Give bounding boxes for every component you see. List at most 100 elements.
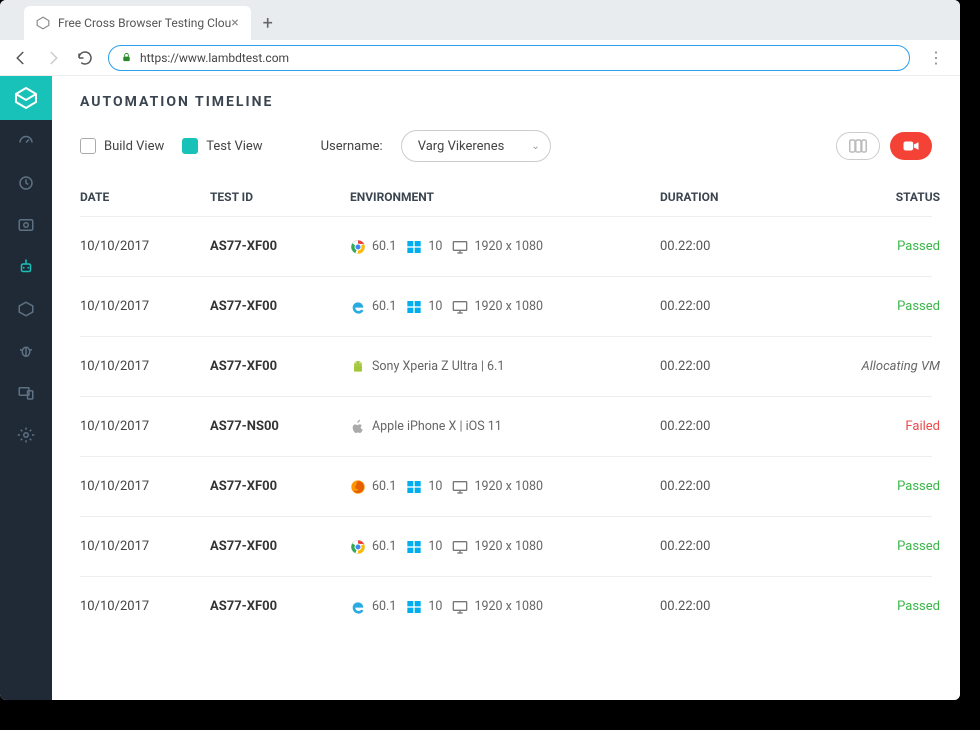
date-cell: 10/10/2017 (80, 599, 210, 614)
sidebar-item-bugs[interactable] (0, 330, 52, 372)
device-label: Apple iPhone X | iOS 11 (372, 419, 502, 434)
sidebar-item-dashboard[interactable] (0, 120, 52, 162)
date-cell: 10/10/2017 (80, 299, 210, 314)
sidebar-item-responsive[interactable] (0, 372, 52, 414)
os-version: 10 (428, 539, 442, 554)
test-id-cell: AS77-XF00 (210, 539, 350, 554)
status-cell: Passed (800, 539, 940, 554)
resolution: 1920 x 1080 (474, 239, 543, 254)
resolution: 1920 x 1080 (474, 599, 543, 614)
monitor-icon (452, 599, 468, 615)
resolution: 1920 x 1080 (474, 539, 543, 554)
status-cell: Passed (800, 599, 940, 614)
browser-address-bar: https://www.lambdtest.com ⋮ (0, 40, 960, 76)
duration-cell: 00.22:00 (660, 479, 800, 494)
browser-version: 60.1 (372, 539, 396, 554)
col-date: DATE (80, 190, 210, 204)
sidebar-item-screenshot[interactable] (0, 204, 52, 246)
reload-button[interactable] (76, 49, 94, 67)
browser-tab[interactable]: Free Cross Browser Testing Clou × (24, 6, 251, 40)
os-icon (406, 479, 422, 495)
checkbox-checked-icon (182, 138, 198, 154)
table-header: DATE TEST ID ENVIRONMENT DURATION STATUS (80, 180, 932, 216)
date-cell: 10/10/2017 (80, 359, 210, 374)
test-id-cell: AS77-NS00 (210, 419, 350, 434)
duration-cell: 00.22:00 (660, 299, 800, 314)
test-id-cell: AS77-XF00 (210, 599, 350, 614)
table-row[interactable]: 10/10/2017 AS77-XF00 60.1 10 1920 x 1080… (80, 456, 932, 516)
os-version: 10 (428, 479, 442, 494)
table-row[interactable]: 10/10/2017 AS77-XF00 60.1 10 1920 x 1080… (80, 276, 932, 336)
status-cell: Failed (800, 419, 940, 434)
build-view-toggle[interactable]: Build View (80, 138, 164, 154)
checkbox-unchecked-icon (80, 138, 96, 154)
os-icon (406, 299, 422, 315)
env-cell: Apple iPhone X | iOS 11 (350, 419, 660, 435)
test-view-toggle[interactable]: Test View (182, 138, 262, 154)
test-id-cell: AS77-XF00 (210, 299, 350, 314)
browser-version: 60.1 (372, 479, 396, 494)
browser-icon (350, 539, 366, 555)
device-label: Sony Xperia Z Ultra | 6.1 (372, 359, 504, 374)
new-tab-button[interactable]: + (251, 6, 285, 40)
col-environment: ENVIRONMENT (350, 190, 660, 204)
resolution: 1920 x 1080 (474, 479, 543, 494)
table-row[interactable]: 10/10/2017 AS77-XF00 Sony Xperia Z Ultra… (80, 336, 932, 396)
browser-tab-title: Free Cross Browser Testing Clou (58, 16, 231, 30)
status-cell: Allocating VM (800, 359, 940, 374)
platform-icon (350, 359, 366, 375)
table-row[interactable]: 10/10/2017 AS77-XF00 60.1 10 1920 x 1080… (80, 576, 932, 636)
lock-icon (121, 52, 132, 63)
status-cell: Passed (800, 299, 940, 314)
duration-cell: 00.22:00 (660, 239, 800, 254)
monitor-icon (452, 539, 468, 555)
env-cell: 60.1 10 1920 x 1080 (350, 479, 660, 495)
browser-tab-bar: Free Cross Browser Testing Clou × + (0, 0, 960, 40)
duration-cell: 00.22:00 (660, 419, 800, 434)
env-cell: 60.1 10 1920 x 1080 (350, 239, 660, 255)
page-title: AUTOMATION TIMELINE (80, 94, 932, 110)
os-version: 10 (428, 299, 442, 314)
sidebar-item-package[interactable] (0, 288, 52, 330)
record-button[interactable] (890, 132, 932, 160)
test-view-label: Test View (206, 139, 262, 154)
sidebar-item-history[interactable] (0, 162, 52, 204)
results-table: DATE TEST ID ENVIRONMENT DURATION STATUS… (80, 180, 932, 636)
date-cell: 10/10/2017 (80, 539, 210, 554)
sidebar (0, 76, 52, 700)
monitor-icon (452, 239, 468, 255)
sidebar-item-automation[interactable] (0, 246, 52, 288)
test-id-cell: AS77-XF00 (210, 359, 350, 374)
url-field[interactable]: https://www.lambdtest.com (108, 45, 910, 71)
env-cell: Sony Xperia Z Ultra | 6.1 (350, 359, 660, 375)
chevron-down-icon: ⌄ (531, 141, 539, 152)
main-content: AUTOMATION TIMELINE Build View Test View… (52, 76, 960, 700)
back-button[interactable] (12, 49, 30, 67)
os-icon (406, 539, 422, 555)
monitor-icon (452, 299, 468, 315)
username-dropdown[interactable]: Varg Vikerenes ⌄ (401, 130, 551, 162)
brand-logo[interactable] (0, 76, 52, 120)
resolution: 1920 x 1080 (474, 299, 543, 314)
os-icon (406, 239, 422, 255)
col-status: STATUS (800, 190, 940, 204)
close-tab-icon[interactable]: × (231, 15, 238, 31)
browser-icon (350, 479, 366, 495)
test-id-cell: AS77-XF00 (210, 479, 350, 494)
os-version: 10 (428, 239, 442, 254)
table-row[interactable]: 10/10/2017 AS77-NS00 Apple iPhone X | iO… (80, 396, 932, 456)
favicon-icon (36, 16, 50, 30)
status-cell: Passed (800, 479, 940, 494)
sidebar-item-settings[interactable] (0, 414, 52, 456)
os-version: 10 (428, 599, 442, 614)
duration-cell: 00.22:00 (660, 599, 800, 614)
table-row[interactable]: 10/10/2017 AS77-XF00 60.1 10 1920 x 1080… (80, 516, 932, 576)
date-cell: 10/10/2017 (80, 479, 210, 494)
forward-button[interactable] (44, 49, 62, 67)
duration-cell: 00.22:00 (660, 359, 800, 374)
browser-icon (350, 299, 366, 315)
screenshot-mode-button[interactable] (836, 132, 880, 160)
table-row[interactable]: 10/10/2017 AS77-XF00 60.1 10 1920 x 1080… (80, 216, 932, 276)
browser-version: 60.1 (372, 239, 396, 254)
browser-menu-icon[interactable]: ⋮ (924, 48, 948, 67)
